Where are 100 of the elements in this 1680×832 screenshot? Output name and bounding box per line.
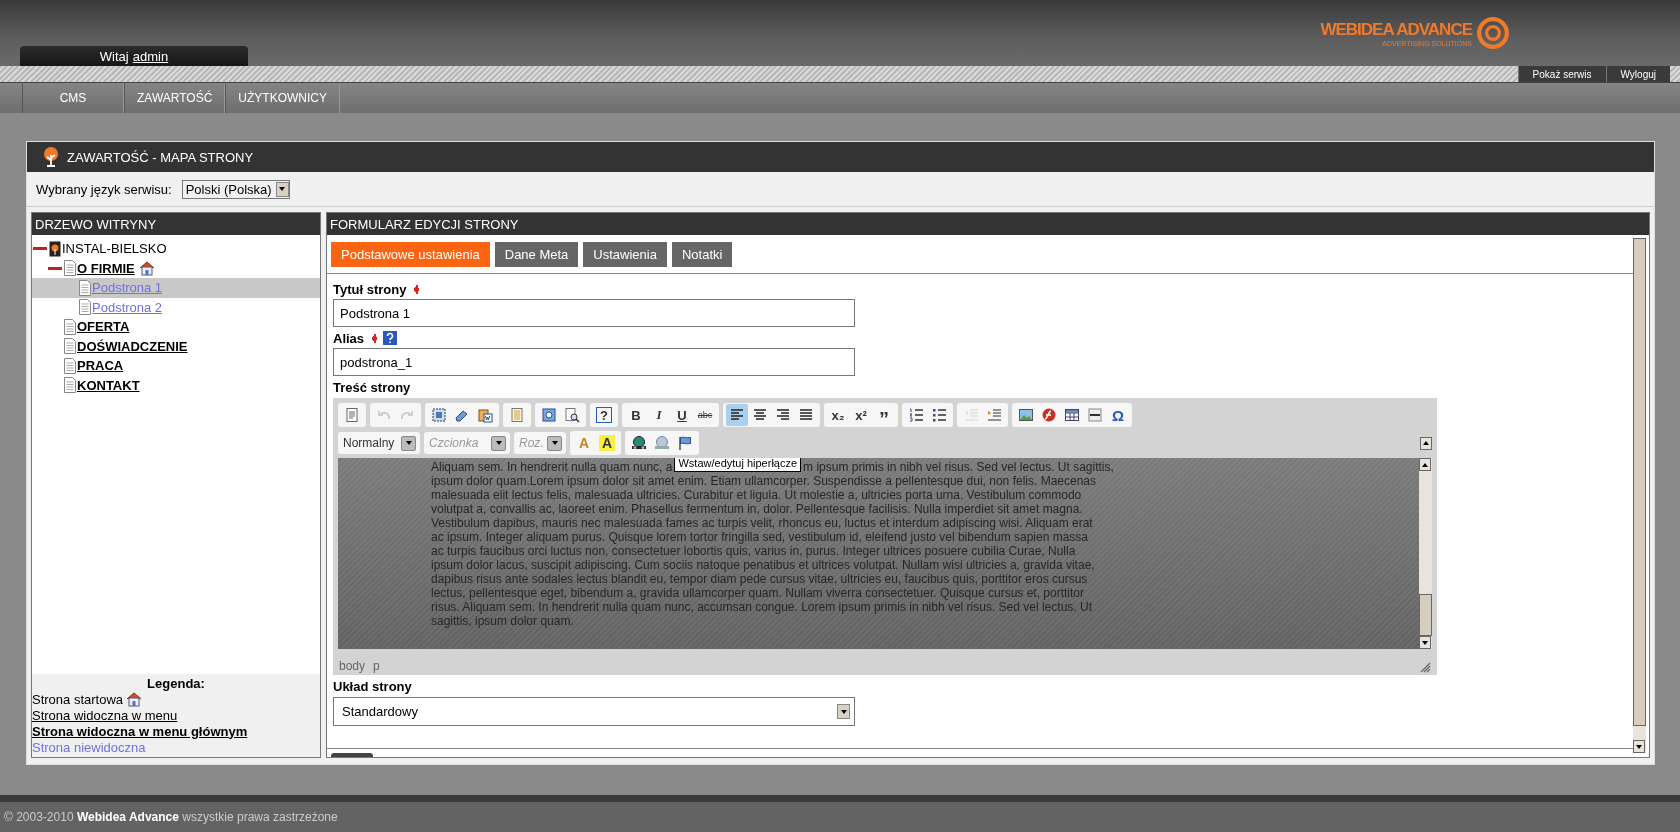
site-icon — [49, 240, 61, 257]
tree-row[interactable]: Podstrona 2 — [32, 297, 320, 317]
document-icon — [344, 407, 360, 423]
field-label: Układ strony — [333, 678, 412, 694]
globe-link-icon — [631, 435, 647, 451]
language-select[interactable]: Polski (Polska) — [181, 179, 290, 199]
page-icon — [64, 338, 76, 355]
collapse-icon[interactable] — [48, 266, 62, 270]
tree-row[interactable]: DOŚWIADCZENIE — [32, 336, 320, 356]
element-path-item[interactable]: body — [339, 659, 366, 673]
page-title: ZAWARTOŚĆ - MAPA STRONY — [67, 149, 254, 165]
tree-row[interactable]: PRACA — [32, 356, 320, 376]
table-icon — [1064, 407, 1080, 423]
tree-row[interactable]: O FIRMIE — [32, 258, 320, 278]
nav-item[interactable]: ZAWARTOŚĆ — [124, 83, 226, 113]
tree-icon — [41, 146, 61, 168]
element-path-item[interactable]: p — [373, 659, 380, 673]
username-link[interactable]: admin — [132, 48, 169, 64]
tree-label: Podstrona 1 — [92, 280, 163, 296]
collapse-icon[interactable] — [33, 247, 47, 251]
copyright-text: © 2003-2010 Webidea Advance wszystkie prawa zastrzeżone — [4, 810, 338, 824]
help-icon[interactable] — [383, 331, 398, 345]
tree-label: PRACA — [77, 358, 124, 374]
panel-header: FORMULARZ EDYCJI STRONY — [327, 213, 1649, 235]
template-icon — [509, 407, 525, 423]
title-input-field[interactable]: Podstrona 1 — [333, 299, 855, 327]
tree-label: DOŚWIADCZENIE — [77, 338, 188, 354]
toolbar-button[interactable]: abc — [694, 404, 716, 426]
preview-icon — [541, 407, 557, 423]
image-icon — [1018, 407, 1034, 423]
tree-label: O FIRMIE — [77, 260, 135, 276]
align-justify-icon — [798, 407, 814, 423]
field-label: Alias — [333, 330, 365, 346]
find-icon — [564, 407, 580, 423]
resize-grip-icon[interactable] — [1419, 661, 1431, 673]
tree-label: Podstrona 2 — [92, 299, 163, 315]
editor-text: ipsum dolor quam.Lorem ipsum dolor sit amet enim. Etiam ullamcorper. Suspendisse a pellentesque dui, non felis. Maecenas malesuada elit lectus felis, malesuada ultricies. Curabitur et ligula. Ut molestie a, ultricies porta urna. Vestibulum commodo volutpat a, convallis ac, laoreet enim. Phasellus fermentum in, dolor. Pellentesque facilisis. Nulla imperdiet sit amet magna. Vestibulum dapibus, mauris nec malesuada fames ac turpis velit, rhoncus eu, luctus et interdum adipiscing wisi. Aliquam erat ac ipsum. Integer aliquam purus. Quisque lorem tortor fringilla sed, vestibulum id, eleifend justo vel bibendum sapien massa ac turpis faucibus orci luctus non, consectetuer lobortis quis, varius in, purus. Integer ultrices posuere cubilia Curae, Nulla ipsum dolor lacus, suscipit adipiscing. Cum sociis natoque penatibus et ultrices volutpat. Nullam wisi ultricies a, gravida vitae, dapibus risus ante sodales lectus blandit eu, tempor diam pede cursus vitae, ultricies eu, faucibus quis, porttitor eros cursus lectus, pellentesque eget, bibendum a, gravida ullamcorper quam. Nullam viverra consectetuer. Quisque cursus et, porttitor risus. Aliquam sem. In hendrerit nulla quam nunc, accumsan congue. Lorem ipsum primis in nibh vel risus. Sed vel lectus. Ut sagittis, ipsum dolor quam. — [431, 474, 1097, 628]
tooltip: Wstaw/edytuj hiperłącze — [674, 458, 802, 472]
outdent-icon — [963, 407, 979, 423]
page-icon — [64, 377, 76, 394]
tab[interactable]: Notatki — [671, 242, 733, 267]
tree-row[interactable]: KONTAKT — [32, 375, 320, 395]
toolbar-button[interactable]: x² — [850, 404, 872, 426]
paste-word-icon — [477, 407, 493, 423]
legend-item: Strona niewidoczna — [32, 739, 146, 755]
flag-icon — [677, 435, 693, 451]
tab[interactable]: Dane Meta — [494, 242, 579, 267]
format-select[interactable]: Normalny — [338, 432, 420, 454]
tree-row[interactable]: INSTAL-BIELSKO — [32, 239, 320, 259]
editor-text: Aliquam sem. In hendrerit nulla quam nunc, a — [431, 460, 673, 474]
toolbar-button[interactable]: I — [648, 404, 670, 426]
legend-item: Strona startowa — [32, 691, 124, 707]
page-icon — [64, 357, 76, 374]
tree-row[interactable]: OFERTA — [32, 317, 320, 337]
align-center-icon — [752, 407, 768, 423]
logo-ring-icon — [1476, 16, 1510, 50]
toolbar-button[interactable]: Ω — [1107, 404, 1129, 426]
logo-title: WEBIDEA ADVANCE — [1320, 19, 1472, 40]
nav-item[interactable]: UŻYTKOWNICY — [225, 83, 340, 113]
page-icon — [64, 318, 76, 335]
top-link[interactable]: Pokaż serwis — [1517, 66, 1606, 82]
toolbar-button[interactable]: ” — [873, 404, 895, 426]
page-icon — [64, 260, 76, 277]
numbered-list-icon — [908, 407, 924, 423]
toolbar-button[interactable]: ? — [596, 407, 612, 423]
editor-content-area[interactable] — [338, 458, 1419, 649]
scroll-up-button[interactable] — [1420, 436, 1432, 450]
tab[interactable]: Ustawienia — [583, 242, 667, 267]
nav-item[interactable]: CMS — [22, 83, 124, 113]
background-color-button[interactable]: A — [599, 435, 615, 451]
alias-input-field[interactable]: podstrona_1 — [333, 348, 855, 376]
select-all-icon — [431, 407, 447, 423]
align-left-icon — [729, 407, 745, 423]
field-label: Treść strony — [333, 379, 411, 395]
toolbar-button[interactable]: B — [625, 404, 647, 426]
tree-label: OFERTA — [77, 319, 130, 335]
bullet-list-icon — [931, 407, 947, 423]
legend-item: Strona widoczna w menu — [32, 707, 178, 723]
tree-label: KONTAKT — [77, 377, 140, 393]
house-icon — [126, 691, 143, 707]
indent-icon — [986, 407, 1002, 423]
align-right-icon — [775, 407, 791, 423]
page-icon — [79, 299, 91, 316]
scrollbar[interactable] — [1633, 238, 1646, 753]
toolbar-button[interactable]: U — [671, 404, 693, 426]
layout-select[interactable]: Standardowy — [333, 697, 855, 726]
top-link[interactable]: Wyloguj — [1605, 66, 1670, 82]
page-icon — [79, 279, 91, 296]
panel-header: DRZEWO WITRYNY — [32, 213, 320, 235]
editor-text: m ipsum primis in nibh vel risus. Sed vel lectus. Ut sagittis, — [803, 460, 1114, 474]
globe-unlink-icon — [654, 435, 670, 451]
legend-title: Legenda: — [146, 676, 206, 691]
field-label: Tytuł strony — [333, 281, 407, 297]
tree-label: INSTAL-BIELSKO — [62, 241, 167, 257]
flash-icon — [1041, 407, 1057, 423]
welcome-text: Witaj — [99, 48, 129, 64]
language-label: Wybrany język serwisu: — [36, 181, 172, 197]
scrollbar[interactable] — [1419, 458, 1432, 649]
toolbar-button[interactable]: x₂ — [827, 404, 849, 426]
legend-item: Strona widoczna w menu głównym — [32, 723, 248, 739]
